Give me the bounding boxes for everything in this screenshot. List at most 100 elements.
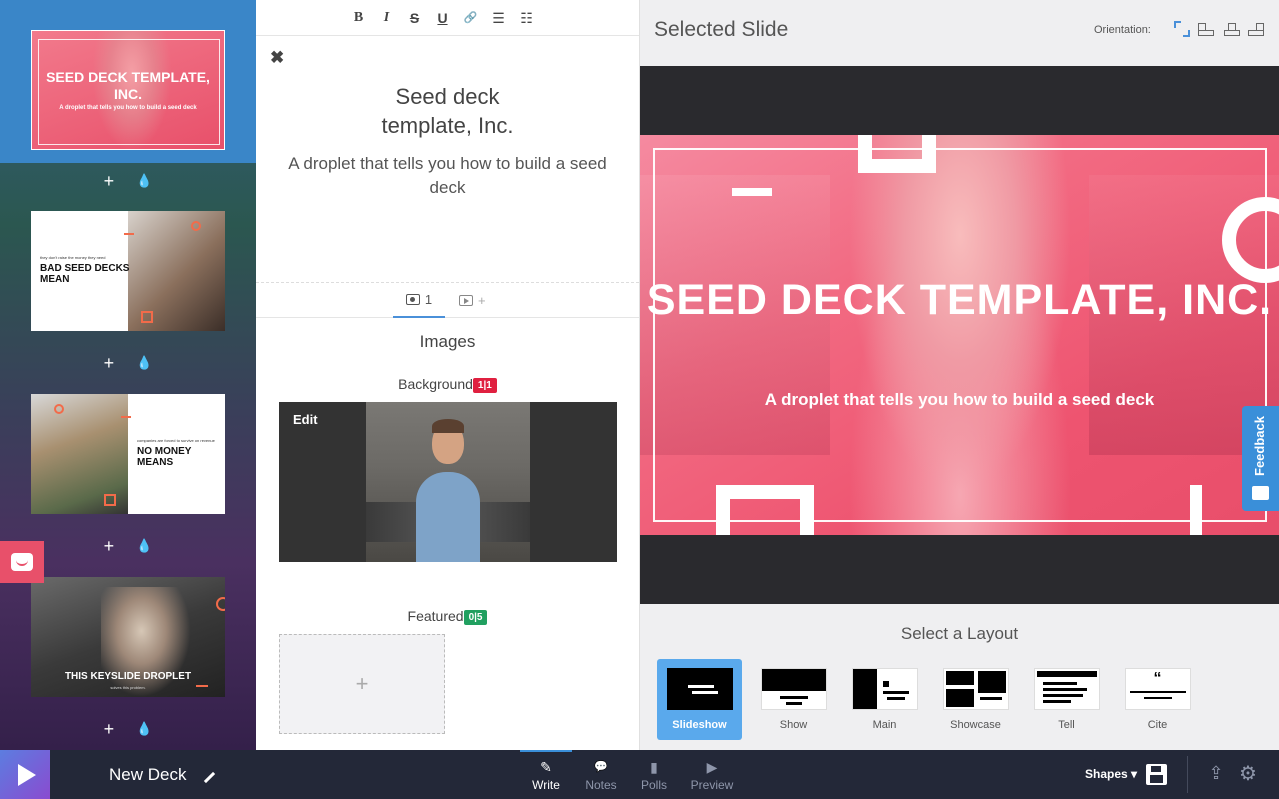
add-featured-image-button[interactable]: + — [279, 634, 445, 734]
layout-label: Slideshow — [672, 719, 727, 731]
slide-subtitle-field[interactable]: A droplet that tells you how to build a … — [286, 152, 609, 200]
background-count-badge: 1|1 — [472, 378, 497, 393]
orientation-left-icon[interactable] — [1198, 21, 1214, 37]
decor-circle — [191, 221, 201, 231]
layout-main[interactable]: Main — [839, 659, 930, 740]
slide-stage: SEED DECK TEMPLATE, INC. A droplet that … — [640, 66, 1279, 604]
edit-background-button[interactable]: Edit — [293, 412, 318, 427]
droplet-icon[interactable]: 💧 — [136, 537, 152, 555]
link-icon[interactable]: 🔗 — [462, 9, 480, 27]
bullet-list-icon[interactable]: ☷ — [518, 9, 536, 27]
shapes-dropdown[interactable]: Shapes ▾ — [1085, 767, 1137, 781]
polls-icon: ▮ — [650, 759, 658, 775]
layout-options: Slideshow Show Main Showcase Tell “ Cite — [657, 659, 1203, 740]
slide-title-field[interactable]: Seed deck template, Inc. — [256, 82, 639, 140]
tab-images[interactable]: 1 — [393, 283, 445, 318]
layout-showcase-icon — [942, 668, 1009, 710]
chat-smile-icon — [11, 553, 33, 571]
play-presentation-button[interactable] — [0, 750, 50, 799]
feedback-tab[interactable]: Feedback — [1242, 406, 1279, 511]
nav-label: Polls — [640, 778, 667, 792]
background-image-card[interactable]: Edit — [279, 402, 617, 562]
decor-circle — [216, 597, 225, 611]
slide-frame — [653, 148, 1267, 522]
decor-square-top — [858, 135, 936, 173]
chat-support-button[interactable] — [0, 541, 44, 583]
featured-label: Featured — [407, 608, 464, 624]
ordered-list-icon[interactable]: ☰ — [490, 9, 508, 27]
add-slide-button[interactable]: + — [104, 720, 115, 738]
preview-panel: Selected Slide Orientation: SEED DECK TE… — [640, 0, 1279, 750]
thumbnail-subtitle: solves this problem. — [110, 685, 146, 690]
slide-thumbnail-1[interactable]: SEED DECK TEMPLATE, INC. A droplet that … — [31, 30, 225, 150]
slide-editor-panel: B I S U 🔗 ☰ ☷ ✖ Seed deck template, Inc.… — [256, 0, 640, 750]
thumbnail-title: THIS KEYSLIDE DROPLET — [64, 671, 192, 682]
featured-section-label: Featured 0|5 — [256, 608, 639, 625]
pencil-icon[interactable] — [201, 770, 215, 784]
featured-count-badge: 0|5 — [463, 610, 488, 625]
layout-label: Tell — [1058, 719, 1075, 731]
layout-tell[interactable]: Tell — [1021, 659, 1112, 740]
layout-show[interactable]: Show — [748, 659, 839, 740]
thumbnail-kicker: they don't raise the money they need — [40, 255, 106, 260]
thumbnail-actions: + 💧 — [0, 714, 256, 744]
droplet-icon[interactable]: 💧 — [136, 720, 152, 738]
layout-show-icon — [760, 668, 827, 710]
photo-person-hair — [432, 419, 464, 433]
layout-main-icon — [851, 668, 918, 710]
layout-tell-icon — [1033, 668, 1100, 710]
slide-thumbnail-3[interactable]: companies are forced to survive on reven… — [31, 394, 225, 514]
nav-notes[interactable]: 💬 Notes — [575, 750, 627, 799]
video-icon — [459, 295, 473, 306]
photo-person-body — [416, 472, 480, 562]
add-slide-button[interactable]: + — [104, 172, 115, 190]
layout-slideshow-icon — [666, 668, 733, 710]
gear-icon[interactable]: ⚙ — [1237, 763, 1259, 785]
decor-dash — [121, 416, 131, 418]
close-icon[interactable]: ✖ — [270, 48, 284, 68]
add-slide-button[interactable]: + — [104, 354, 115, 372]
nav-label: Preview — [690, 778, 734, 792]
orientation-right-icon[interactable] — [1248, 21, 1264, 37]
layout-heading: Select a Layout — [900, 624, 1019, 643]
save-icon[interactable] — [1146, 764, 1167, 785]
background-section-label: Background 1|1 — [256, 376, 639, 393]
bold-button[interactable]: B — [350, 9, 368, 27]
deck-name[interactable]: New Deck — [109, 765, 186, 785]
orientation-center-icon[interactable] — [1224, 21, 1240, 37]
decor-circle — [54, 404, 64, 414]
bottom-bar: New Deck ✎ Write 💬 Notes ▮ Polls ▶ Previ… — [0, 750, 1279, 799]
divider — [1187, 756, 1188, 793]
droplet-icon[interactable]: 💧 — [136, 354, 152, 372]
slide-thumbnail-2[interactable]: they don't raise the money they need BAD… — [31, 211, 225, 331]
layout-slideshow[interactable]: Slideshow — [657, 659, 742, 740]
nav-write[interactable]: ✎ Write — [520, 750, 572, 799]
camera-icon — [405, 294, 420, 305]
layout-cite[interactable]: “ Cite — [1112, 659, 1203, 740]
text-format-toolbar: B I S U 🔗 ☰ ☷ — [256, 0, 639, 36]
share-icon[interactable]: ⇪ — [1207, 763, 1225, 785]
selected-slide-heading: Selected Slide — [654, 18, 789, 41]
layout-label: Showcase — [950, 719, 1001, 731]
quote-icon: “ — [1153, 670, 1162, 687]
tab-video[interactable]: + — [459, 283, 486, 318]
droplet-icon[interactable]: 💧 — [136, 172, 152, 190]
thumbnail-subtitle: A droplet that tells you how to build a … — [59, 105, 197, 111]
italic-button[interactable]: I — [378, 9, 396, 27]
slide-preview[interactable]: SEED DECK TEMPLATE, INC. A droplet that … — [640, 135, 1279, 535]
add-slide-button[interactable]: + — [104, 537, 115, 555]
orientation-fullscreen-icon[interactable] — [1174, 21, 1190, 37]
underline-button[interactable]: U — [434, 9, 452, 27]
layout-showcase[interactable]: Showcase — [930, 659, 1021, 740]
write-icon: ✎ — [540, 759, 552, 775]
thumbnail-title: BAD SEED DECKS MEAN — [40, 263, 130, 285]
thumbnail-title: NO MONEY MEANS — [137, 446, 192, 468]
strikethrough-button[interactable]: S — [406, 9, 424, 27]
nav-label: Write — [532, 778, 560, 792]
slide-thumbnail-4[interactable]: THIS KEYSLIDE DROPLET solves this proble… — [31, 577, 225, 697]
decor-bar — [1190, 485, 1202, 535]
nav-polls[interactable]: ▮ Polls — [628, 750, 680, 799]
nav-preview[interactable]: ▶ Preview — [686, 750, 738, 799]
preview-icon: ▶ — [706, 759, 718, 775]
layout-label: Cite — [1147, 719, 1168, 731]
